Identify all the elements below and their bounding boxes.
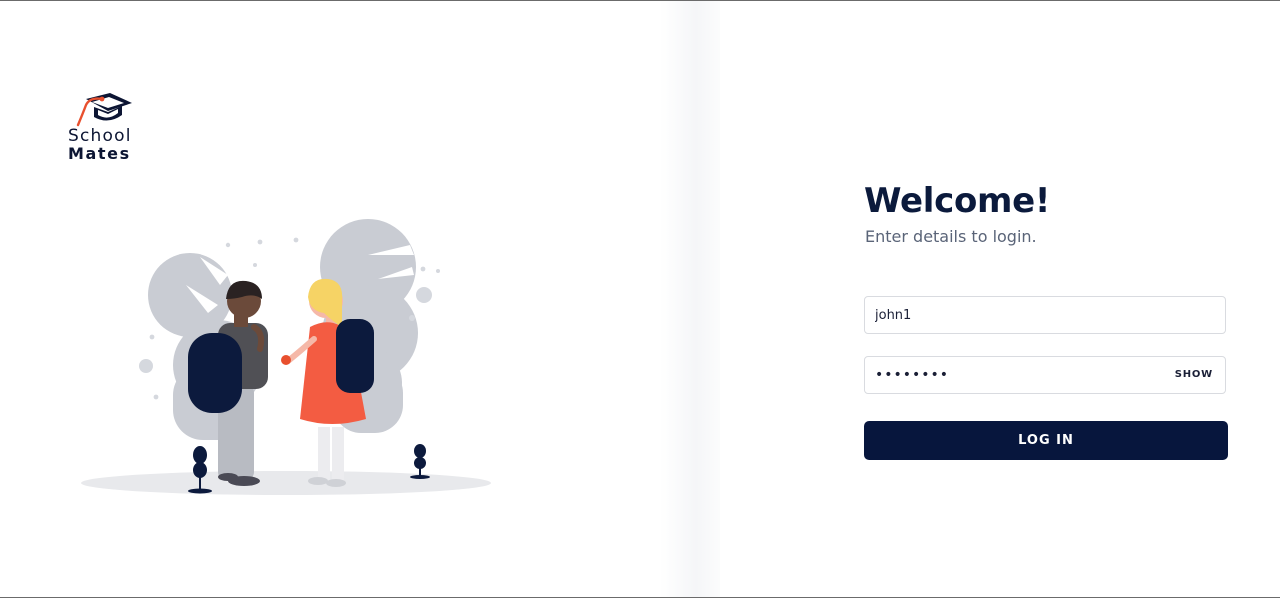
brand-logo: School Mates — [68, 91, 148, 163]
students-illustration-icon — [81, 219, 491, 495]
login-panel: Welcome! Enter details to login. SHOW LO… — [720, 1, 1280, 597]
brand-name-line2: Mates — [68, 144, 131, 163]
show-password-toggle[interactable]: SHOW — [1175, 369, 1213, 380]
username-input[interactable] — [875, 297, 1165, 333]
username-field[interactable] — [864, 296, 1226, 334]
password-input[interactable] — [875, 357, 1165, 393]
password-field[interactable]: SHOW — [864, 356, 1226, 394]
login-button[interactable]: LOG IN — [864, 421, 1228, 460]
welcome-title: Welcome! — [864, 181, 1051, 221]
login-page: School Mates Welcome! Enter details to l… — [0, 0, 1280, 598]
panel-divider-shadow — [660, 1, 720, 597]
login-subtitle: Enter details to login. — [865, 227, 1037, 246]
brand-name-line1: School — [68, 126, 132, 146]
graduation-cap-logo-icon — [76, 93, 132, 127]
illustration-panel: School Mates — [0, 1, 720, 597]
